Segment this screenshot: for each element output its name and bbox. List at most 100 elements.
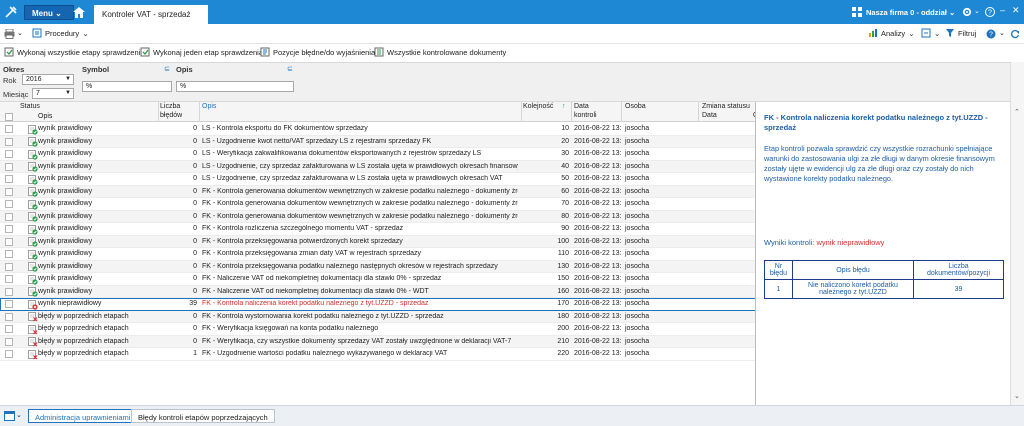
grid-icon [852, 7, 862, 17]
table-row[interactable]: błędy w poprzednich etapach 1 FK - Uzgodni… [0, 348, 755, 361]
row-checkbox[interactable] [5, 225, 13, 233]
table-row[interactable]: wynik prawidłowy 0 FK - Kontrola generowan… [0, 198, 755, 211]
row-checkbox[interactable] [5, 312, 13, 321]
filter-operator-icon[interactable]: ⊆ [287, 65, 293, 73]
error-items-button[interactable]: Pozycje błędne/do wyjaśnienia [260, 47, 375, 57]
table-row[interactable]: wynik prawidłowy 0 FK - Kontrola przeksięg… [0, 260, 755, 273]
close-icon[interactable]: ✕ [1012, 5, 1020, 16]
analyses-button[interactable]: Analizy ⌄ [868, 28, 914, 38]
table-row[interactable]: wynik prawidłowy 0 FK - Naliczenie VAT od … [0, 285, 755, 298]
header-status-opis[interactable]: Opis [38, 113, 52, 120]
chevron-down-icon[interactable]: ⌄ [16, 411, 22, 419]
row-person: josocha [625, 250, 650, 257]
row-checkbox[interactable] [5, 187, 13, 196]
row-checkbox[interactable] [5, 125, 13, 133]
minimize-icon[interactable]: – [1000, 5, 1005, 15]
symbol-label: Symbol [82, 65, 110, 74]
tab-kontroler-vat[interactable]: Kontroler VAT - sprzedaż [94, 5, 208, 24]
row-checkbox[interactable] [5, 350, 13, 358]
table-row[interactable]: wynik nieprawidłowy 39 FK - Kontrola nalic… [0, 298, 755, 311]
header-zmiana-statusu[interactable]: Zmiana statusu [702, 103, 750, 110]
row-error-count: 39 [189, 300, 197, 307]
refresh-icon[interactable] [1010, 29, 1020, 39]
row-checkbox[interactable] [5, 325, 13, 333]
header-kolejnosc[interactable]: Kolejność [523, 103, 553, 110]
gear-icon[interactable] [962, 7, 972, 17]
row-person: josocha [625, 350, 650, 357]
miesiac-select[interactable]: 7 ▼ [32, 88, 74, 99]
chevron-down-icon[interactable]: ⌄ [974, 7, 980, 15]
home-icon[interactable] [72, 6, 86, 19]
right-scrollbar[interactable]: ⌃ ⌄ [1010, 62, 1024, 405]
row-person: josocha [625, 300, 650, 307]
row-checkbox[interactable] [5, 150, 13, 158]
table-row[interactable]: wynik prawidłowy 0 LS - Weryfikacja zakwal… [0, 148, 755, 161]
row-checkbox[interactable] [5, 137, 13, 146]
row-checkbox[interactable] [5, 237, 13, 246]
row-order: 50 [561, 175, 569, 182]
row-checkbox[interactable] [5, 175, 13, 183]
all-documents-button[interactable]: Wszystkie kontrolowane dokumenty [374, 47, 506, 57]
filter-button[interactable]: Filtruj [945, 28, 976, 38]
export-button[interactable]: ⌄ [921, 28, 940, 38]
header-liczba[interactable]: Liczba [160, 103, 180, 110]
header-zmiana-o: O [753, 112, 755, 119]
table-row[interactable]: błędy w poprzednich etapach 0 FK - Weryfik… [0, 335, 755, 348]
row-checkbox[interactable] [5, 262, 13, 271]
tab-administracja-uprawnieniami[interactable]: Administracja uprawnieniami [28, 409, 138, 423]
row-checkbox[interactable] [5, 275, 13, 283]
help-icon[interactable]: ? [985, 7, 995, 17]
row-description: FK - Kontrola przeksięgowania zmian daty… [202, 250, 422, 257]
row-error-count: 0 [193, 325, 197, 332]
table-row[interactable]: wynik prawidłowy 0 FK - Kontrola przeksięg… [0, 235, 755, 248]
symbol-input[interactable]: % [82, 81, 172, 92]
chevron-down-icon: ⌄ [55, 9, 62, 18]
row-status: wynik prawidłowy [38, 187, 93, 195]
select-all-checkbox[interactable] [5, 113, 13, 121]
header-data[interactable]: Data [574, 103, 589, 110]
table-row[interactable]: wynik prawidłowy 0 FK - Kontrola przeksięg… [0, 248, 755, 261]
table-row[interactable]: wynik prawidłowy 0 FK - Kontrola rozliczen… [0, 223, 755, 236]
opis-filter-input[interactable]: % [176, 81, 294, 92]
tab-bledy-kontroli[interactable]: Błędy kontroli etapów poprzedzających [131, 409, 275, 423]
header-opis[interactable]: Opis [202, 103, 216, 110]
table-row[interactable]: wynik prawidłowy 0 LS - Uzgodnienie, czy s… [0, 173, 755, 186]
table-row[interactable]: wynik prawidłowy 0 FK - Kontrola generowan… [0, 210, 755, 223]
row-checkbox[interactable] [5, 200, 13, 208]
row-description: FK - Kontrola wystornowania korekt podat… [202, 312, 444, 320]
row-checkbox[interactable] [5, 287, 13, 296]
chevron-down-icon[interactable]: ⌄ [17, 29, 23, 37]
row-checkbox[interactable] [5, 250, 13, 258]
chevron-down-icon[interactable]: ⌄ [1014, 392, 1020, 400]
table-row[interactable]: wynik prawidłowy 0 LS - Uzgodnienie kwot n… [0, 135, 755, 148]
row-error-count: 0 [193, 150, 197, 157]
run-all-steps-button[interactable]: Wykonaj wszystkie etapy sprawdzenia [4, 47, 145, 57]
table-row[interactable]: wynik prawidłowy 0 LS - Kontrola eksportu … [0, 123, 755, 136]
table-row[interactable]: błędy w poprzednich etapach 0 FK - Kontrol… [0, 310, 755, 323]
status-ok-icon [28, 162, 38, 172]
table-row[interactable]: wynik prawidłowy 0 FK - Naliczenie VAT od … [0, 273, 755, 286]
menu-button[interactable]: Menu ⌄ [24, 5, 74, 20]
table-row[interactable]: wynik prawidłowy 0 LS - Uzgodnienie, czy s… [0, 160, 755, 173]
row-checkbox[interactable] [5, 337, 13, 346]
row-checkbox[interactable] [5, 162, 13, 171]
help-icon[interactable]: ? [986, 29, 996, 39]
header-status[interactable]: Status [20, 103, 40, 110]
chevron-down-icon[interactable]: ⌄ [999, 29, 1005, 37]
error-table-row[interactable]: 1 Nie naliczono korekt podatku należnego… [764, 279, 1004, 299]
chevron-up-icon[interactable]: ⌃ [1014, 108, 1020, 116]
window-icon[interactable] [4, 411, 15, 421]
print-icon[interactable] [4, 29, 15, 39]
row-checkbox[interactable] [5, 212, 13, 221]
table-row[interactable]: błędy w poprzednich etapach 0 FK - Weryfik… [0, 323, 755, 336]
company-selector[interactable]: Nasza firma 0 - oddział ⌄ [866, 8, 955, 17]
run-one-step-button[interactable]: Wykonaj jeden etap sprawdzenia [140, 47, 263, 57]
procedures-button[interactable]: Procedury ⌄ [32, 28, 88, 38]
table-row[interactable]: wynik prawidłowy 0 FK - Kontrola generowan… [0, 185, 755, 198]
header-osoba[interactable]: Osoba [625, 103, 646, 110]
row-checkbox[interactable] [5, 300, 13, 308]
filter-operator-icon[interactable]: ⊆ [164, 65, 170, 73]
rok-select[interactable]: 2016 ▼ [22, 74, 74, 85]
filter-icon [946, 29, 954, 37]
tools-icon[interactable] [4, 5, 18, 19]
